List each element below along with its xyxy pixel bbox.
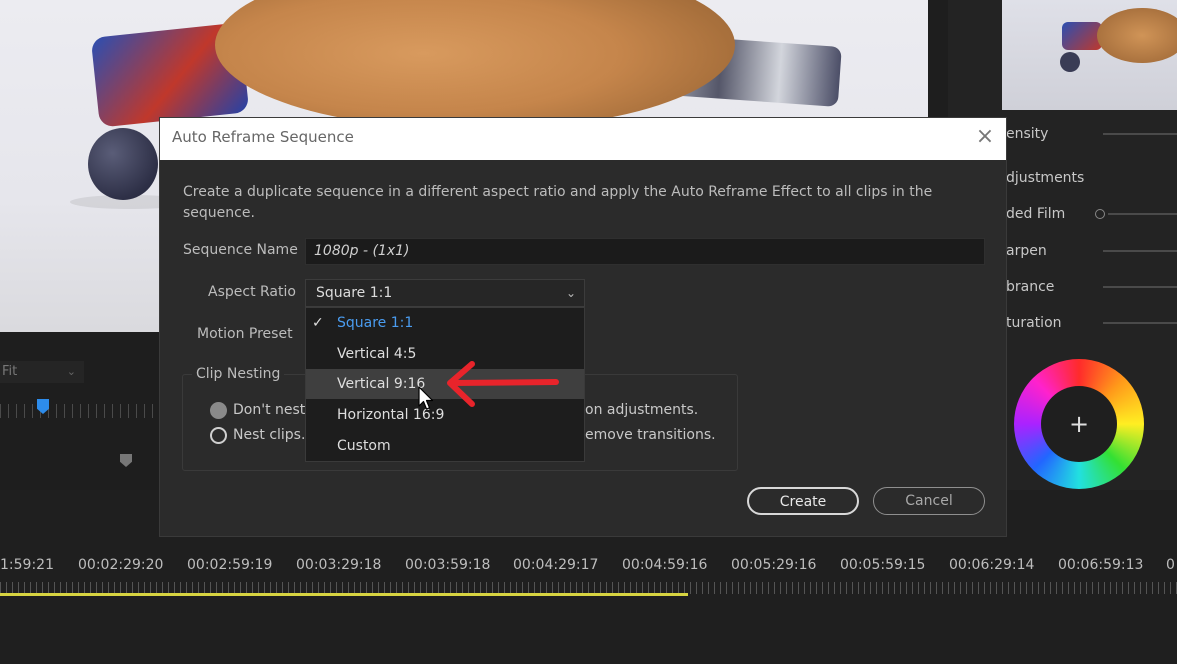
puppy-image: [215, 0, 735, 130]
color-wheel[interactable]: +: [1014, 359, 1144, 489]
cancel-button[interactable]: Cancel: [873, 487, 985, 515]
marker-icon[interactable]: [120, 454, 132, 467]
dialog-title: Auto Reframe Sequence: [172, 128, 354, 146]
option-vertical-4-5[interactable]: Vertical 4:5: [306, 339, 584, 369]
lumetri-label: turation: [1006, 315, 1062, 331]
dont-nest-radio[interactable]: [210, 402, 227, 419]
zoom-fit-select[interactable]: Fit ⌄: [0, 361, 84, 383]
close-icon[interactable]: ×: [975, 126, 995, 148]
slider-knob[interactable]: [1095, 209, 1105, 219]
sequence-name-label: Sequence Name: [183, 242, 298, 258]
lumetri-label: ded Film: [1006, 206, 1066, 222]
aspect-ratio-label: Aspect Ratio: [208, 284, 296, 300]
slider-track[interactable]: [1103, 286, 1177, 288]
option-horizontal-16-9[interactable]: Horizontal 16:9: [306, 400, 584, 430]
nest-clips-label[interactable]: Nest clips.: [233, 427, 305, 443]
aspect-ratio-select[interactable]: Square 1:1 ⌄: [305, 279, 585, 307]
slider-track[interactable]: [1103, 322, 1177, 324]
dialog-description: Create a duplicate sequence in a differe…: [183, 184, 933, 221]
slider-track[interactable]: [1103, 250, 1177, 252]
timecode-label: 00:04:29:17: [513, 557, 599, 573]
work-area-bar[interactable]: [0, 593, 688, 596]
option-square-1-1[interactable]: ✓ Square 1:1: [306, 308, 584, 338]
lumetri-label: arpen: [1006, 243, 1047, 259]
timecode-label: 00:03:59:18: [405, 557, 491, 573]
chevron-down-icon: ⌄: [565, 286, 576, 300]
ball-image: [88, 128, 158, 200]
mouse-cursor-icon: [418, 386, 434, 410]
create-button[interactable]: Create: [747, 487, 859, 515]
plus-icon: +: [1068, 410, 1090, 438]
timecode-label: 00:03:29:18: [296, 557, 382, 573]
chevron-down-icon: ⌄: [66, 365, 76, 378]
timecode-label: 00:05:59:15: [840, 557, 926, 573]
nest-clips-label-end: emove transitions.: [585, 427, 716, 443]
clip-nesting-label: Clip Nesting: [192, 366, 285, 382]
dont-nest-label-end: on adjustments.: [585, 402, 699, 418]
timecode-label: 00:02:29:20: [78, 557, 164, 573]
lumetri-label: brance: [1006, 279, 1055, 295]
slider-track[interactable]: [1108, 213, 1177, 215]
check-icon: ✓: [312, 315, 324, 331]
timecode-label: 0: [1166, 557, 1175, 573]
monitor-time-ruler[interactable]: [0, 404, 158, 418]
timecode-label: 00:06:59:13: [1058, 557, 1144, 573]
timecode-label: 00:05:29:16: [731, 557, 817, 573]
sequence-name-input[interactable]: 1080p - (1x1): [305, 238, 985, 265]
timecode-label: 00:02:59:19: [187, 557, 273, 573]
dont-nest-label[interactable]: Don't nest: [233, 402, 305, 418]
source-thumbnail: [1002, 0, 1177, 110]
option-custom[interactable]: Custom: [306, 431, 584, 461]
lumetri-label: ensity: [1006, 126, 1049, 142]
slider-track[interactable]: [1103, 133, 1177, 135]
option-vertical-9-16[interactable]: Vertical 9:16: [306, 369, 584, 399]
nest-clips-radio[interactable]: [210, 427, 227, 444]
timecode-label: 00:06:29:14: [949, 557, 1035, 573]
motion-preset-label: Motion Preset: [197, 326, 293, 342]
timecode-label: 00:04:59:16: [622, 557, 708, 573]
lumetri-label: djustments: [1006, 170, 1085, 186]
timecode-label: 1:59:21: [0, 557, 54, 573]
